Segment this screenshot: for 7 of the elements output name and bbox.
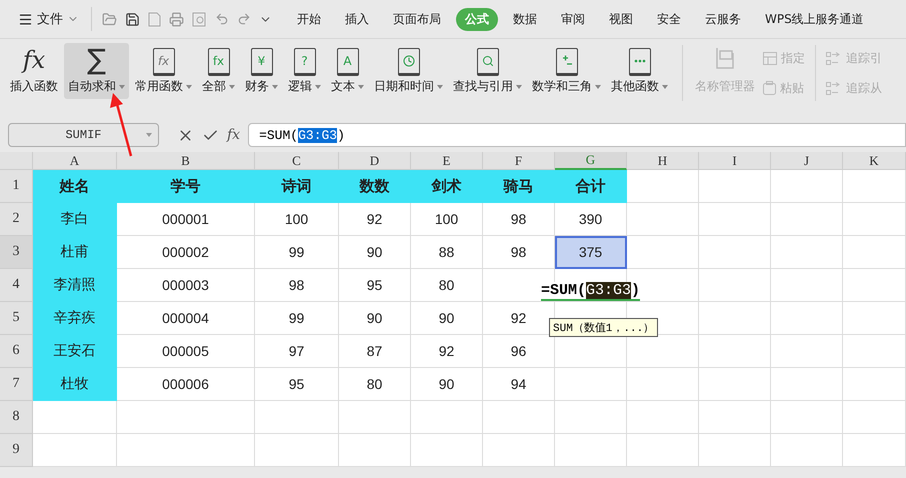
book-icon: ¥ bbox=[250, 48, 272, 76]
book-icon: ? bbox=[294, 48, 316, 76]
book-icon: fx bbox=[208, 48, 230, 76]
function-tooltip: SUM（数值1，...） bbox=[549, 318, 658, 337]
sigma-icon: ∑ bbox=[87, 45, 106, 75]
book-icon: A bbox=[336, 48, 358, 76]
function-icon: fx bbox=[22, 45, 46, 75]
